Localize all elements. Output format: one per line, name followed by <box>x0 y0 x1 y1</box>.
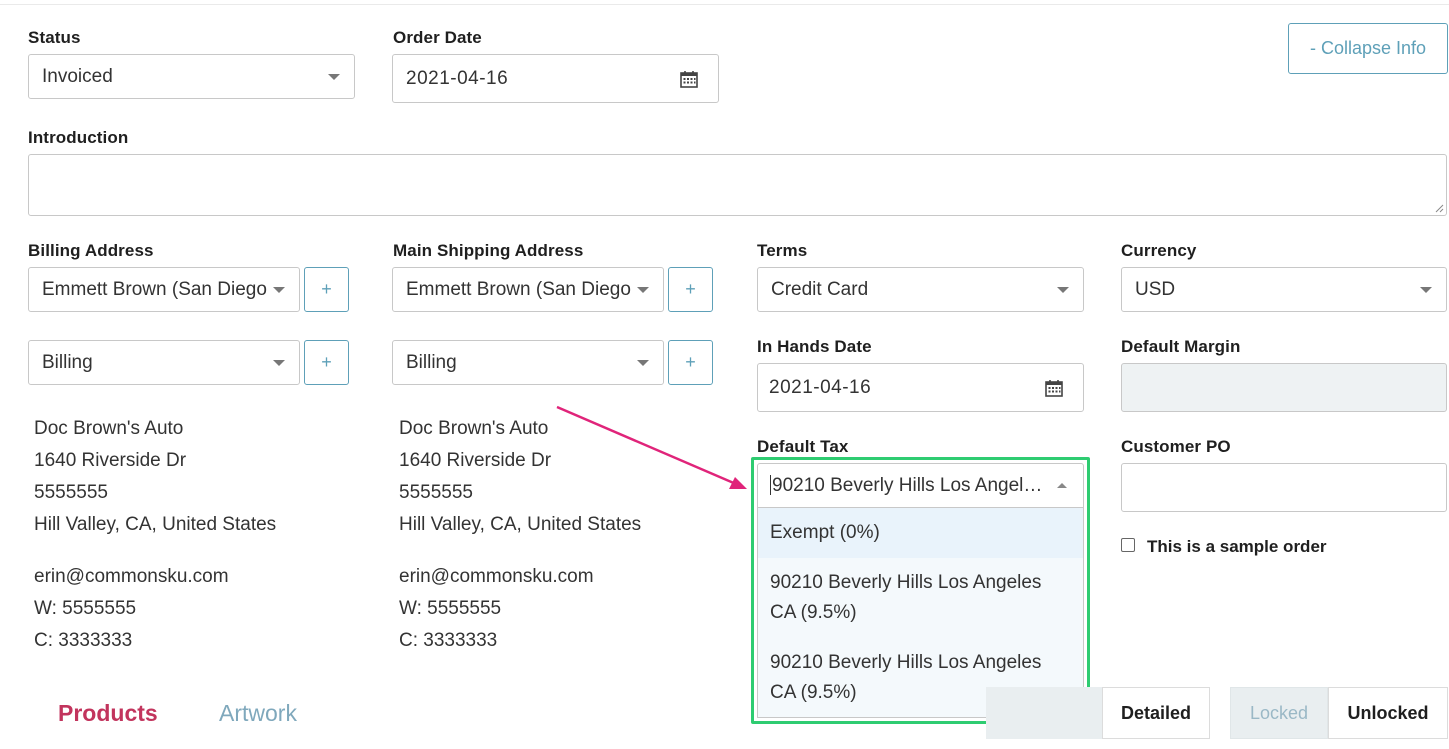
status-select[interactable]: Invoiced <box>28 54 355 99</box>
chevron-down-icon <box>637 286 649 293</box>
shipping-contact-select[interactable]: Emmett Brown (San Diego <box>392 267 664 312</box>
shipping-address-label: Main Shipping Address <box>393 241 584 260</box>
sample-order-checkbox[interactable] <box>1121 538 1135 552</box>
calendar-icon[interactable] <box>680 70 698 88</box>
order-date-label: Order Date <box>393 28 482 47</box>
locked-toggle[interactable]: Locked <box>1230 687 1328 739</box>
order-date-value: 2021-04-16 <box>406 67 509 89</box>
chevron-down-icon <box>1420 286 1432 293</box>
introduction-label: Introduction <box>28 128 129 147</box>
shipping-phone: 5555555 <box>399 482 473 503</box>
shipping-type-select[interactable]: Billing <box>392 340 664 385</box>
terms-select[interactable]: Credit Card <box>757 267 1084 312</box>
terms-value: Credit Card <box>771 278 869 300</box>
tab-products[interactable]: Products <box>58 700 158 727</box>
shipping-company: Doc Brown's Auto <box>399 418 549 439</box>
billing-work-phone: W: 5555555 <box>34 598 137 619</box>
billing-type-value: Billing <box>42 351 93 373</box>
billing-phone: 5555555 <box>34 482 108 503</box>
chevron-down-icon <box>273 359 285 366</box>
tab-artwork[interactable]: Artwork <box>219 700 297 727</box>
default-margin-input <box>1121 363 1447 412</box>
billing-address-label: Billing Address <box>28 241 154 260</box>
currency-select[interactable]: USD <box>1121 267 1447 312</box>
default-margin-label: Default Margin <box>1121 337 1241 356</box>
add-billing-address-button[interactable]: + <box>304 340 349 385</box>
billing-city: Hill Valley, CA, United States <box>34 514 277 535</box>
customer-po-label: Customer PO <box>1121 437 1231 456</box>
status-label: Status <box>28 28 81 47</box>
billing-type-select[interactable]: Billing <box>28 340 300 385</box>
billing-company: Doc Brown's Auto <box>34 418 184 439</box>
in-hands-date-label: In Hands Date <box>757 337 872 356</box>
calendar-icon[interactable] <box>1045 379 1063 397</box>
top-divider <box>0 4 1449 5</box>
billing-email: erin@commonsku.com <box>34 566 229 587</box>
add-billing-contact-button[interactable]: + <box>304 267 349 312</box>
in-hands-date-input[interactable]: 2021-04-16 <box>757 363 1084 412</box>
shipping-street: 1640 Riverside Dr <box>399 450 552 471</box>
chevron-down-icon <box>637 359 649 366</box>
billing-cell-phone: C: 3333333 <box>34 630 133 651</box>
shipping-address-block: Doc Brown's Auto 1640 Riverside Dr 55555… <box>399 413 641 541</box>
shipping-contact-value: Emmett Brown (San Diego <box>406 278 631 300</box>
order-date-input[interactable]: 2021-04-16 <box>392 54 719 103</box>
currency-value: USD <box>1135 278 1176 300</box>
add-shipping-address-button[interactable]: + <box>668 340 713 385</box>
billing-address-block: Doc Brown's Auto 1640 Riverside Dr 55555… <box>34 413 276 541</box>
shipping-type-value: Billing <box>406 351 457 373</box>
collapse-info-button[interactable]: - Collapse Info <box>1288 23 1448 74</box>
in-hands-date-value: 2021-04-16 <box>769 376 872 398</box>
customer-po-input[interactable] <box>1121 463 1447 512</box>
summary-toggle[interactable] <box>986 687 1104 739</box>
billing-contact-block: erin@commonsku.com W: 5555555 C: 3333333 <box>34 561 229 657</box>
terms-label: Terms <box>757 241 808 260</box>
chevron-down-icon <box>328 73 340 80</box>
billing-contact-value: Emmett Brown (San Diego <box>42 278 267 300</box>
shipping-city: Hill Valley, CA, United States <box>399 514 642 535</box>
detailed-toggle[interactable]: Detailed <box>1102 687 1210 739</box>
shipping-work-phone: W: 5555555 <box>399 598 502 619</box>
chevron-down-icon <box>273 286 285 293</box>
shipping-contact-block: erin@commonsku.com W: 5555555 C: 3333333 <box>399 561 594 657</box>
default-tax-label: Default Tax <box>757 437 849 456</box>
shipping-cell-phone: C: 3333333 <box>399 630 498 651</box>
introduction-textarea[interactable] <box>28 154 1447 216</box>
currency-label: Currency <box>1121 241 1197 260</box>
chevron-down-icon <box>1057 286 1069 293</box>
highlight-box <box>751 457 1090 724</box>
billing-contact-select[interactable]: Emmett Brown (San Diego <box>28 267 300 312</box>
add-shipping-contact-button[interactable]: + <box>668 267 713 312</box>
resize-grip-icon[interactable] <box>1434 203 1444 213</box>
sample-order-label[interactable]: This is a sample order <box>1147 537 1327 557</box>
status-value: Invoiced <box>42 65 113 87</box>
billing-street: 1640 Riverside Dr <box>34 450 187 471</box>
shipping-email: erin@commonsku.com <box>399 566 594 587</box>
unlocked-toggle[interactable]: Unlocked <box>1328 687 1448 739</box>
